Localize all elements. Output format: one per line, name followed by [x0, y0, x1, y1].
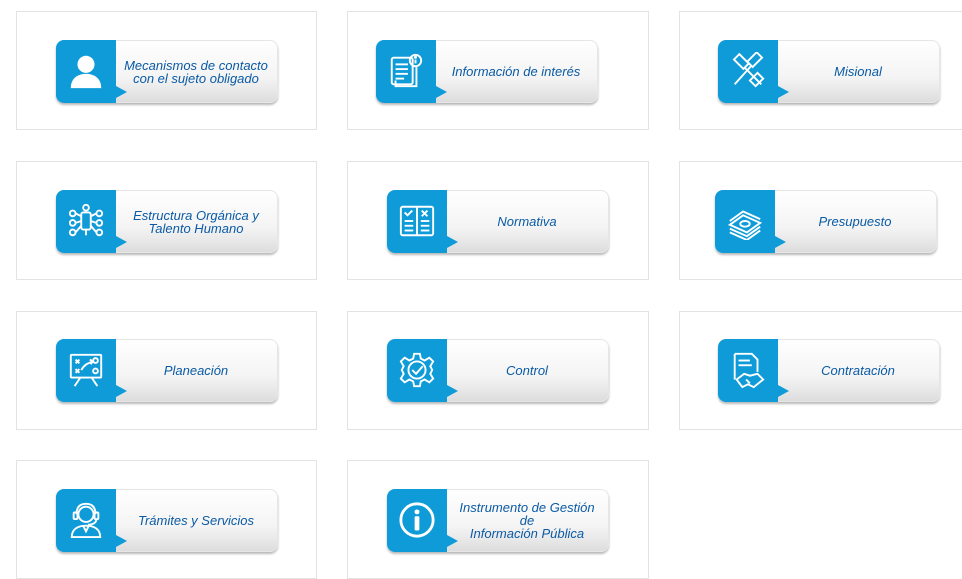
tile-icon-box	[387, 190, 458, 253]
tile-informacion-button[interactable]: Información de interés	[376, 40, 598, 103]
tile-icon-box	[376, 40, 447, 103]
gear-check-icon	[399, 352, 435, 388]
tile-control-button[interactable]: Control	[387, 339, 609, 402]
tile-icon-box	[56, 40, 127, 103]
tile-label: Presupuesto	[818, 214, 892, 229]
tile-presupuesto-button[interactable]: Presupuesto	[715, 190, 937, 253]
tile-icon-box	[387, 339, 458, 402]
tile-label: Instrumento de Gestión de Información Pú…	[459, 500, 595, 541]
tile-label: Contratación	[821, 363, 895, 378]
document-info-icon	[390, 53, 423, 88]
tile-label: Mecanismos de contacto con el sujeto obl…	[124, 57, 268, 86]
money-stack-icon	[727, 210, 763, 240]
tile-label: Información de interés	[451, 64, 581, 79]
tile-normativa-button[interactable]: Normativa	[387, 190, 609, 253]
tile-estructura-button[interactable]: Estructura Orgánica y Talento Humano	[56, 190, 278, 253]
tile-icon-box	[718, 339, 789, 402]
user-icon	[70, 55, 102, 89]
tile-label: Trámites y Servicios	[137, 513, 255, 528]
tile-label: Misional	[834, 64, 882, 79]
tile-label: Normativa	[497, 214, 557, 229]
agent-headset-icon	[70, 502, 102, 539]
tile-contratacion-button[interactable]: Contratación	[718, 339, 940, 402]
tile-label: Control	[506, 363, 548, 378]
tile-icon-box	[56, 190, 127, 253]
tile-tramites-button[interactable]: Trámites y Servicios	[56, 489, 278, 552]
tile-icon-box	[56, 489, 127, 552]
tile-label: Planeación	[163, 363, 229, 378]
tile-instrumento-button[interactable]: Instrumento de Gestión de Información Pú…	[387, 489, 609, 552]
info-circle-icon	[399, 502, 435, 538]
tile-icon-box	[387, 489, 458, 552]
tile-planeacion-button[interactable]: Planeación	[56, 339, 278, 402]
checklist-book-icon	[399, 205, 435, 237]
strategy-board-icon	[69, 353, 103, 387]
tile-icon-box	[56, 339, 127, 402]
tile-icon-box	[718, 40, 789, 103]
tile-label: Estructura Orgánica y Talento Humano	[133, 207, 259, 236]
gavel-icon	[732, 52, 765, 88]
tile-icon-box	[715, 190, 786, 253]
contract-handshake-icon	[733, 352, 765, 389]
tile-misional-button[interactable]: Misional	[718, 40, 940, 103]
org-chart-icon	[68, 203, 104, 237]
tile-mecanismos-button[interactable]: Mecanismos de contacto con el sujeto obl…	[56, 40, 278, 103]
